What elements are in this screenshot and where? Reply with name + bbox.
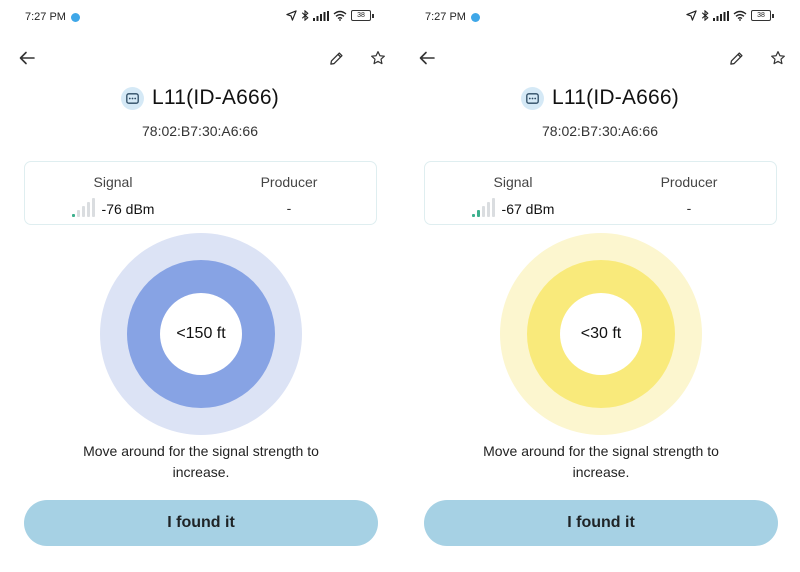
back-button[interactable] (416, 47, 438, 69)
battery-level: 38 (757, 12, 765, 19)
back-arrow-icon (419, 51, 435, 65)
battery-tip (372, 13, 374, 18)
producer-label: Producer (260, 174, 318, 190)
edit-button[interactable] (325, 47, 347, 69)
producer-value-row: - (601, 200, 777, 216)
signal-bar (491, 198, 495, 217)
wifi-icon (333, 10, 347, 21)
proximity-distance: <30 ft (560, 293, 642, 375)
signal-value: -76 dBm (101, 201, 155, 217)
device-name: L11(ID-A666) (552, 86, 679, 109)
pencil-icon (329, 51, 343, 65)
hint-text: Move around for the signal strength to i… (483, 443, 719, 480)
status-time: 7:27 PM (25, 11, 80, 23)
signal-value-row: -67 dBm (425, 198, 601, 217)
edit-button[interactable] (725, 47, 747, 69)
device-name: L11(ID-A666) (152, 86, 279, 109)
found-it-button[interactable]: I found it (24, 500, 378, 546)
device-info-card: Signal -76 dBm Producer - (24, 161, 377, 225)
signal-bar (471, 214, 475, 217)
cell-signal-icon (313, 10, 329, 21)
producer-value: - (686, 200, 692, 216)
signal-value-row: -76 dBm (25, 198, 201, 217)
back-arrow-icon (19, 51, 35, 65)
producer-value-row: - (201, 200, 377, 216)
signal-label: Signal (93, 174, 133, 190)
producer-label: Producer (660, 174, 718, 190)
producer-value: - (286, 200, 292, 216)
signal-bar (481, 206, 485, 217)
signal-column: Signal -76 dBm (25, 162, 201, 226)
signal-value: -67 dBm (501, 201, 555, 217)
screen-near: 7:27 PM 38 L11(ID-A666) 78:02:B7:30:A6:6… (400, 0, 800, 572)
device-icon (126, 92, 139, 104)
status-time-text: 7:27 PM (425, 11, 466, 23)
signal-bar (86, 202, 90, 217)
bluetooth-icon (301, 10, 309, 21)
location-arrow-icon (686, 10, 697, 21)
battery-tip (772, 13, 774, 18)
star-icon (771, 51, 785, 65)
screen-far: 7:27 PM 38 L11(ID-A666) 78:02:B7:30:A6:6… (0, 0, 400, 572)
signal-label: Signal (493, 174, 533, 190)
mac-address: 78:02:B7:30:A6:66 (542, 123, 658, 139)
favorite-button[interactable] (767, 47, 789, 69)
status-time: 7:27 PM (425, 11, 480, 23)
pencil-icon (729, 51, 743, 65)
found-it-button[interactable]: I found it (424, 500, 778, 546)
device-title-row: L11(ID-A666) (400, 86, 800, 110)
signal-bar (81, 206, 85, 217)
status-dot-icon (470, 12, 480, 22)
signal-bar (476, 210, 480, 217)
signal-bars-icon (71, 198, 95, 217)
proximity-distance: <150 ft (160, 293, 242, 375)
cell-signal-icon (713, 10, 729, 21)
status-dot-icon (70, 12, 80, 22)
status-icons: 38 (686, 10, 774, 21)
signal-bars-icon (471, 198, 495, 217)
device-icon (526, 92, 539, 104)
status-icons: 38 (286, 10, 374, 21)
battery-icon: 38 (351, 10, 371, 21)
battery-level: 38 (357, 12, 365, 19)
star-icon (371, 51, 385, 65)
back-button[interactable] (16, 47, 38, 69)
producer-column: Producer - (201, 162, 377, 226)
device-info-card: Signal -67 dBm Producer - (424, 161, 777, 225)
signal-bar (71, 214, 75, 217)
status-time-text: 7:27 PM (25, 11, 66, 23)
bluetooth-icon (701, 10, 709, 21)
signal-bar (486, 202, 490, 217)
favorite-button[interactable] (367, 47, 389, 69)
signal-bar (91, 198, 95, 217)
device-badge (521, 86, 545, 110)
device-title-row: L11(ID-A666) (0, 86, 400, 110)
battery-icon: 38 (751, 10, 771, 21)
location-arrow-icon (286, 10, 297, 21)
hint-text: Move around for the signal strength to i… (83, 443, 319, 480)
producer-column: Producer - (601, 162, 777, 226)
signal-bar (76, 210, 80, 217)
wifi-icon (733, 10, 747, 21)
mac-address: 78:02:B7:30:A6:66 (142, 123, 258, 139)
signal-column: Signal -67 dBm (425, 162, 601, 226)
device-badge (121, 86, 145, 110)
